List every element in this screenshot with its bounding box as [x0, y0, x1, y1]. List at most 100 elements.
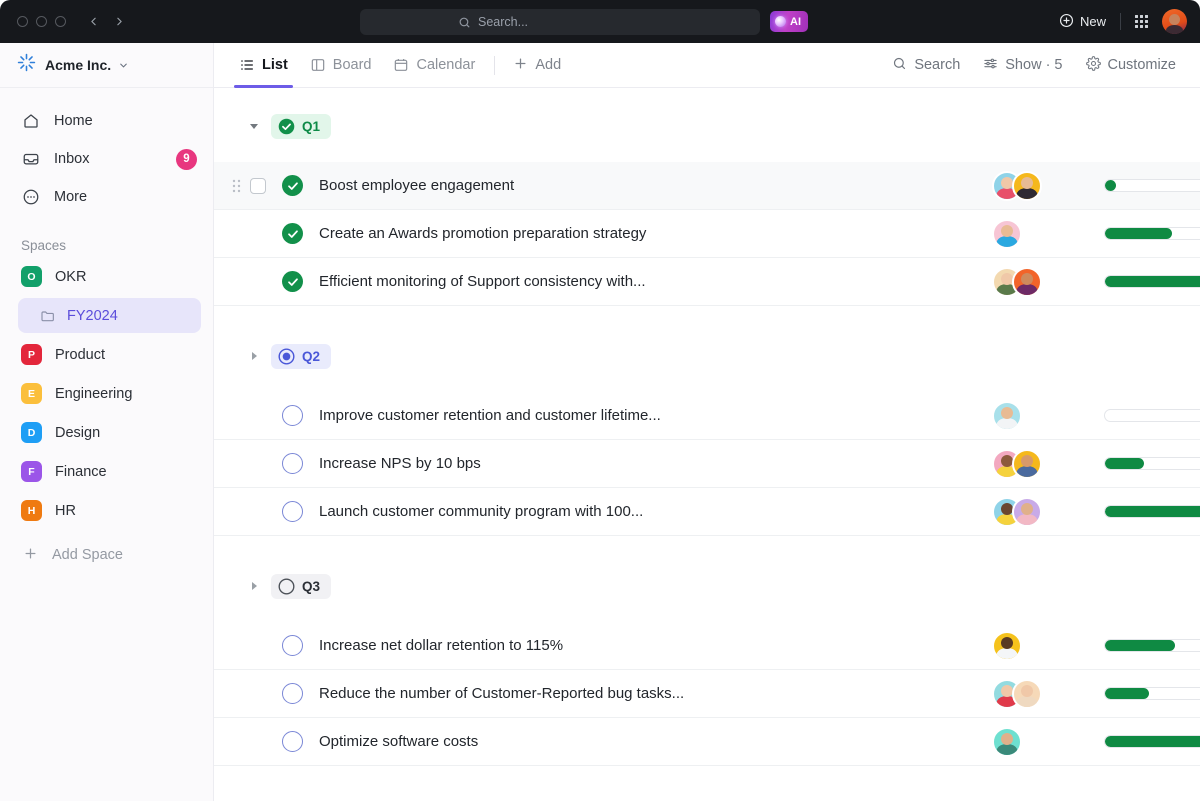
group-pill[interactable]: Q2	[271, 344, 331, 369]
assignee-group[interactable]	[992, 449, 1078, 479]
assignee-group[interactable]	[992, 679, 1078, 709]
sidebar-item-design[interactable]: D Design	[10, 413, 203, 452]
task-title: Launch customer community program with 1…	[319, 503, 643, 520]
progress-cell[interactable]	[1104, 735, 1200, 748]
avatar[interactable]	[1012, 497, 1042, 527]
progress-cell[interactable]	[1104, 457, 1200, 470]
group-spacer	[214, 306, 1200, 330]
progress-cell[interactable]	[1104, 409, 1200, 422]
window-close-button[interactable]	[17, 16, 28, 27]
sidebar-item-inbox[interactable]: Inbox 9	[10, 140, 203, 178]
progress-bar	[1104, 687, 1200, 700]
progress-cell[interactable]	[1104, 227, 1200, 240]
task-open-icon[interactable]	[282, 731, 303, 752]
grid-apps-icon[interactable]	[1135, 15, 1148, 28]
sidebar-item-finance[interactable]: F Finance	[10, 452, 203, 491]
task-row[interactable]: Create an Awards promotion preparation s…	[214, 210, 1200, 258]
sidebar-item-product[interactable]: P Product	[10, 335, 203, 374]
inbox-icon	[21, 150, 41, 168]
avatar[interactable]	[1012, 171, 1042, 201]
assignee-group[interactable]	[992, 401, 1078, 431]
sidebar-item-home[interactable]: Home	[10, 102, 203, 140]
global-search-bar[interactable]	[360, 9, 760, 35]
show-button[interactable]: Show · 5	[973, 50, 1072, 81]
task-row[interactable]: Increase net dollar retention to 115%Com…	[214, 622, 1200, 670]
sliders-icon	[983, 56, 998, 75]
task-row[interactable]: Reduce the number of Customer-Reported b…	[214, 670, 1200, 718]
avatar[interactable]	[1012, 449, 1042, 479]
add-space-button[interactable]: Add Space	[10, 536, 203, 574]
customize-button[interactable]: Customize	[1076, 50, 1187, 81]
group-header-q3[interactable]: Q3	[214, 570, 1200, 602]
caret-down-icon[interactable]	[247, 121, 261, 131]
task-open-icon[interactable]	[282, 683, 303, 704]
avatar[interactable]	[1012, 267, 1042, 297]
progress-fill	[1105, 276, 1200, 287]
task-open-icon[interactable]	[282, 405, 303, 426]
avatar[interactable]	[992, 219, 1022, 249]
task-row[interactable]: Improve customer retention and customer …	[214, 392, 1200, 440]
task-complete-icon[interactable]	[282, 175, 303, 196]
avatar[interactable]	[992, 401, 1022, 431]
task-open-icon[interactable]	[282, 453, 303, 474]
window-minimize-button[interactable]	[36, 16, 47, 27]
tab-board[interactable]: Board	[299, 43, 383, 88]
search-button[interactable]: Search	[882, 50, 970, 81]
tab-calendar[interactable]: Calendar	[382, 43, 486, 88]
sidebar-item-hr[interactable]: H HR	[10, 491, 203, 530]
home-icon	[21, 112, 41, 130]
group-pill[interactable]: Q1	[271, 114, 331, 139]
chevron-down-icon[interactable]	[118, 60, 129, 71]
drag-handle-icon[interactable]	[228, 179, 244, 193]
sidebar-item-okr[interactable]: O OKR	[10, 257, 203, 296]
new-button[interactable]: New	[1059, 13, 1106, 31]
row-select-checkbox[interactable]	[250, 178, 266, 194]
assignee-group[interactable]	[992, 497, 1078, 527]
progress-cell[interactable]	[1104, 687, 1200, 700]
tab-list[interactable]: List	[228, 43, 299, 88]
progress-cell[interactable]	[1104, 179, 1200, 192]
sidebar-item-engineering[interactable]: E Engineering	[10, 374, 203, 413]
window-maximize-button[interactable]	[55, 16, 66, 27]
task-complete-icon[interactable]	[282, 271, 303, 292]
forward-icon[interactable]	[113, 15, 126, 28]
assignee-group[interactable]	[992, 219, 1078, 249]
task-row[interactable]: Optimize software costsAt Risk	[214, 718, 1200, 766]
group-pill[interactable]: Q3	[271, 574, 331, 599]
progress-cell[interactable]	[1104, 505, 1200, 518]
gear-icon	[1086, 56, 1101, 75]
task-title: Increase NPS by 10 bps	[319, 455, 481, 472]
task-complete-icon[interactable]	[282, 223, 303, 244]
account-avatar[interactable]	[1162, 9, 1187, 34]
sidebar-item-label: Home	[54, 113, 93, 129]
task-row[interactable]: Launch customer community program with 1…	[214, 488, 1200, 536]
progress-cell[interactable]	[1104, 275, 1200, 288]
avatar[interactable]	[992, 727, 1022, 757]
task-open-icon[interactable]	[282, 501, 303, 522]
task-row[interactable]: Increase NPS by 10 bpsAt Risk	[214, 440, 1200, 488]
group-header-q2[interactable]: Q2	[214, 340, 1200, 372]
caret-right-icon[interactable]	[247, 581, 261, 591]
progress-bar	[1104, 275, 1200, 288]
assignee-group[interactable]	[992, 631, 1078, 661]
caret-right-icon[interactable]	[247, 351, 261, 361]
sidebar-item-fy2024[interactable]: FY2024	[18, 298, 201, 333]
window-controls[interactable]	[17, 16, 66, 27]
progress-cell[interactable]	[1104, 639, 1200, 652]
task-row[interactable]: Boost employee engagementOn Track	[214, 162, 1200, 210]
global-search-input[interactable]	[478, 15, 678, 29]
task-row[interactable]: Efficient monitoring of Support consiste…	[214, 258, 1200, 306]
assignee-group[interactable]	[992, 267, 1078, 297]
avatar[interactable]	[1012, 679, 1042, 709]
task-open-icon[interactable]	[282, 635, 303, 656]
add-view-button[interactable]: Add	[503, 56, 571, 75]
workspace-switcher[interactable]: Acme Inc.	[0, 43, 213, 88]
space-avatar-engineering: E	[21, 383, 42, 404]
group-header-q1[interactable]: Q1	[214, 110, 1200, 142]
assignee-group[interactable]	[992, 171, 1078, 201]
avatar[interactable]	[992, 631, 1022, 661]
sidebar-item-more[interactable]: More	[10, 178, 203, 216]
back-icon[interactable]	[87, 15, 100, 28]
assignee-group[interactable]	[992, 727, 1078, 757]
ai-button[interactable]: AI	[770, 11, 808, 32]
